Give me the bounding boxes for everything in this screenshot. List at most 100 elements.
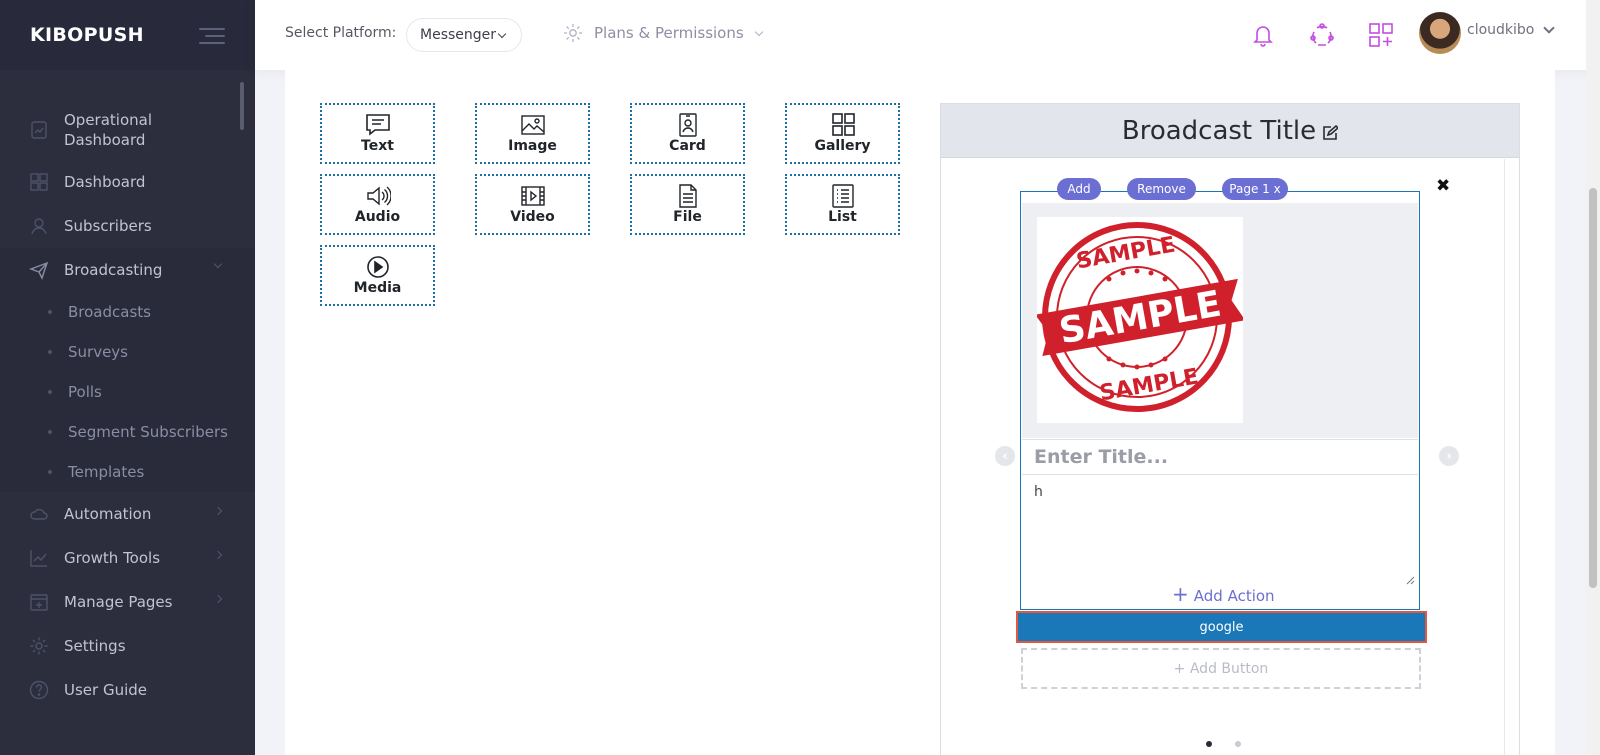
brand-logo[interactable]: KIBOPUSH (0, 0, 255, 70)
sidebar-item-label: Dashboard (64, 173, 146, 191)
sidebar-item-label: Automation (64, 505, 152, 523)
chevron-right-icon (213, 506, 223, 516)
file-icon (678, 184, 697, 208)
sidebar-item-user-guide[interactable]: User Guide (0, 668, 255, 712)
audio-icon (366, 186, 391, 206)
sidebar-item-growth-tools[interactable]: Growth Tools (0, 536, 255, 580)
edit-icon[interactable] (1322, 124, 1339, 141)
preview-scrollbar[interactable] (1504, 159, 1505, 755)
sidebar-item-label: Settings (64, 637, 126, 655)
component-label: Card (669, 138, 706, 154)
component-label: Text (361, 138, 394, 154)
sidebar-item-manage-pages[interactable]: Manage Pages (0, 580, 255, 624)
avatar[interactable] (1419, 12, 1461, 54)
sidebar-item-label: Manage Pages (64, 593, 173, 611)
add-text-component-button[interactable]: Text (320, 103, 435, 164)
sidebar-subitem-templates[interactable]: Templates (0, 452, 255, 492)
sidebar-item-subscribers[interactable]: Subscribers (0, 204, 255, 248)
sidebar-item-dashboard[interactable]: Dashboard (0, 160, 255, 204)
plans-permissions-menu[interactable]: Plans & Permissions (562, 22, 763, 44)
username[interactable]: cloudkibo (1467, 22, 1534, 38)
platform-select[interactable]: Messenger (406, 18, 522, 52)
sidebar-subitem-label: Segment Subscribers (68, 423, 228, 441)
sidebar: KIBOPUSH Operational Dashboard Dashboard… (0, 0, 255, 755)
component-label: List (828, 209, 857, 225)
image-icon (520, 115, 545, 135)
apps-grid-icon[interactable] (1368, 22, 1394, 48)
sidebar-subitem-label: Templates (68, 463, 145, 481)
plans-permissions-label: Plans & Permissions (594, 24, 744, 42)
cloud-icon (28, 503, 50, 525)
add-action-label: Add Action (1193, 586, 1275, 605)
sidebar-item-settings[interactable]: Settings (0, 624, 255, 668)
close-icon[interactable]: ✖ (1436, 176, 1450, 196)
component-label: Video (510, 209, 555, 225)
card-subtitle-textarea[interactable]: h (1022, 480, 1418, 588)
brand-name: KIBOPUSH (30, 24, 144, 46)
carousel-next-icon[interactable]: › (1439, 446, 1459, 466)
card-title-input[interactable]: Enter Title... (1022, 439, 1418, 475)
chart-line-icon (28, 547, 50, 569)
sample-stamp-image: SAMPLE SAMPLE SAMPLE (1035, 217, 1246, 423)
add-action-button[interactable]: + Add Action (1172, 582, 1275, 606)
carousel-prev-icon[interactable]: ‹ (995, 446, 1015, 466)
sidebar-subitem-segment-subscribers[interactable]: Segment Subscribers (0, 412, 255, 452)
carousel-dot[interactable] (1235, 741, 1241, 747)
component-label: File (673, 209, 702, 225)
component-label: Audio (354, 209, 401, 225)
component-label: Media (353, 280, 402, 296)
chevron-down-icon[interactable] (1543, 22, 1555, 34)
sidebar-subitem-label: Broadcasts (68, 303, 151, 321)
sidebar-item-label: Operational Dashboard (64, 111, 153, 149)
sidebar-subitem-polls[interactable]: Polls (0, 372, 255, 412)
text-message-icon (365, 114, 390, 136)
sidebar-subitem-label: Polls (68, 383, 102, 401)
sidebar-subitem-label: Surveys (68, 343, 128, 361)
paper-plane-icon (28, 259, 50, 281)
broadcast-title[interactable]: Broadcast Title (1122, 116, 1316, 146)
chevron-right-icon (213, 594, 223, 604)
play-icon (366, 256, 389, 278)
add-button[interactable]: + Add Button (1021, 648, 1421, 689)
add-media-component-button[interactable]: Media (320, 245, 435, 306)
sidebar-subitem-surveys[interactable]: Surveys (0, 332, 255, 372)
sidebar-subitem-broadcasts[interactable]: Broadcasts (0, 292, 255, 332)
add-file-component-button[interactable]: File (630, 174, 745, 235)
add-list-component-button[interactable]: List (785, 174, 900, 235)
page-scrollbar-thumb[interactable] (1589, 188, 1597, 588)
stamp-text-main: SAMPLE (1056, 284, 1224, 353)
add-image-component-button[interactable]: Image (475, 103, 590, 164)
video-icon (520, 186, 545, 206)
top-header: Select Platform: Messenger Plans & Permi… (255, 0, 1600, 70)
add-video-component-button[interactable]: Video (475, 174, 590, 235)
add-card-button[interactable]: Add (1057, 178, 1101, 200)
sidebar-item-broadcasting[interactable]: Broadcasting (0, 248, 255, 292)
share-nodes-icon[interactable] (1309, 22, 1335, 48)
chevron-right-icon (213, 550, 223, 560)
plus-icon: + (1172, 582, 1189, 606)
sidebar-menu: Operational Dashboard Dashboard Subscrib… (0, 100, 255, 712)
bell-icon[interactable] (1250, 22, 1276, 48)
sidebar-item-label: Broadcasting (64, 261, 163, 279)
add-gallery-component-button[interactable]: Gallery (785, 103, 900, 164)
page-scrollbar[interactable] (1586, 0, 1600, 755)
sidebar-item-label: Growth Tools (64, 549, 161, 567)
sidebar-item-automation[interactable]: Automation (0, 492, 255, 536)
remove-card-button[interactable]: Remove (1127, 178, 1196, 200)
add-audio-component-button[interactable]: Audio (320, 174, 435, 235)
hamburger-menu-icon[interactable] (199, 28, 225, 49)
sidebar-item-label: Subscribers (64, 217, 152, 235)
sidebar-item-label: User Guide (64, 681, 148, 699)
gear-icon (564, 24, 582, 42)
component-label: Image (508, 138, 557, 154)
calendar-plus-icon (28, 591, 50, 613)
component-label: Gallery (814, 138, 871, 154)
chevron-down-icon (213, 259, 223, 269)
stamp-text-bottom: SAMPLE (1098, 364, 1201, 406)
resize-handle-icon[interactable] (1405, 575, 1415, 585)
add-card-component-button[interactable]: Card (630, 103, 745, 164)
carousel-dot-active[interactable] (1206, 741, 1212, 747)
card-button-google[interactable]: google (1016, 611, 1427, 643)
sidebar-item-operational-dashboard[interactable]: Operational Dashboard (0, 100, 255, 160)
page-tab[interactable]: Page 1 x (1222, 178, 1288, 200)
